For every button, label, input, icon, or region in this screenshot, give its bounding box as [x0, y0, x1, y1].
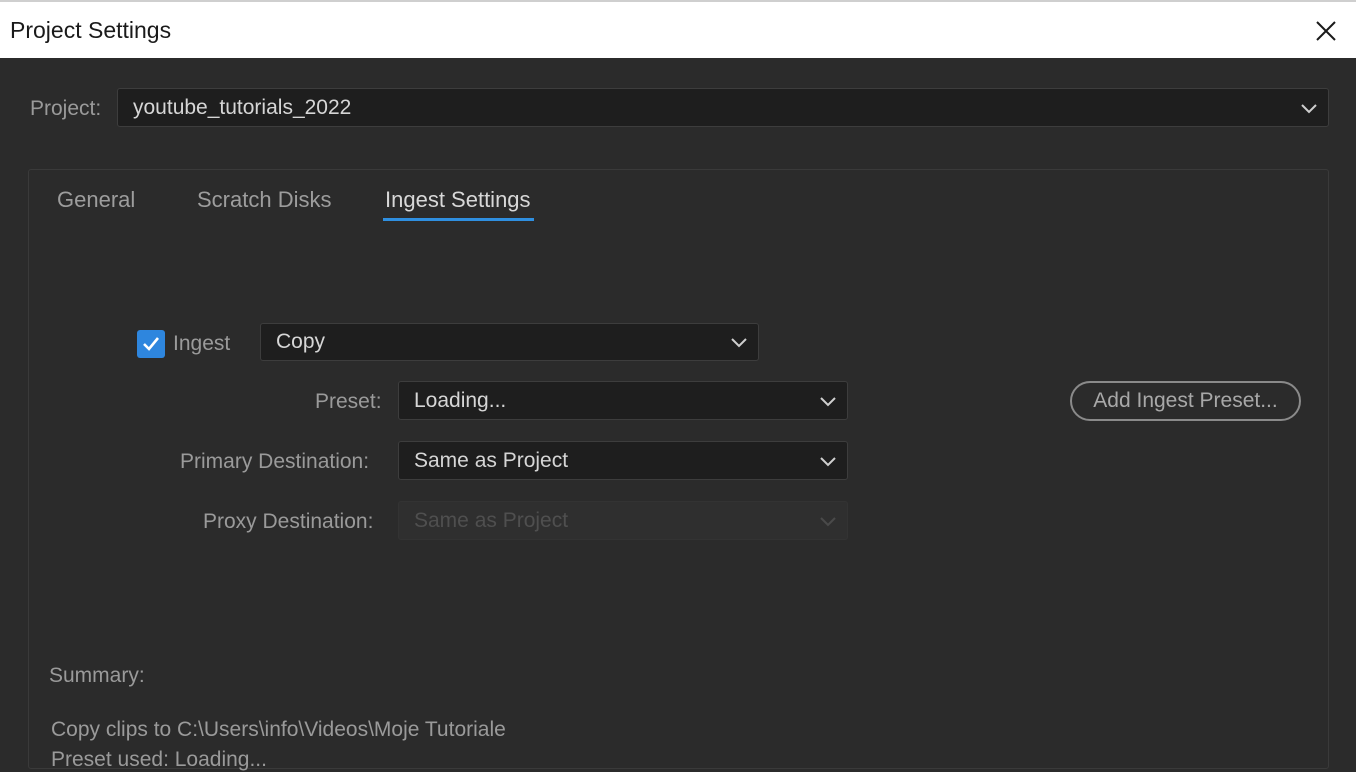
- chevron-down-icon: [1301, 103, 1317, 113]
- ingest-label[interactable]: Ingest: [173, 332, 230, 356]
- add-ingest-preset-button[interactable]: Add Ingest Preset...: [1070, 381, 1301, 421]
- preset-dropdown[interactable]: Loading...: [398, 381, 848, 420]
- proxy-destination-value: Same as Project: [414, 508, 569, 532]
- close-button[interactable]: [1306, 12, 1346, 50]
- ingest-mode-dropdown[interactable]: Copy: [260, 323, 759, 361]
- active-tab-indicator: [383, 218, 534, 221]
- preset-label: Preset:: [315, 390, 382, 413]
- title-bar: Project Settings: [0, 0, 1356, 58]
- chevron-down-icon: [820, 516, 836, 526]
- ingest-checkbox[interactable]: [137, 330, 165, 358]
- dialog-body: Project: youtube_tutorials_2022 General …: [0, 58, 1356, 771]
- proxy-destination-dropdown: Same as Project: [398, 501, 848, 540]
- tab-scratch-disks[interactable]: Scratch Disks: [197, 187, 331, 213]
- checkmark-icon: [143, 337, 160, 351]
- chevron-down-icon: [820, 396, 836, 406]
- proxy-destination-label: Proxy Destination:: [203, 510, 374, 533]
- project-label: Project:: [30, 97, 102, 120]
- ingest-mode-value: Copy: [276, 330, 326, 353]
- chevron-down-icon: [731, 338, 747, 348]
- close-icon: [1316, 21, 1336, 41]
- tab-ingest-settings[interactable]: Ingest Settings: [385, 187, 531, 213]
- primary-destination-label: Primary Destination:: [180, 450, 370, 473]
- summary-line-preset: Preset used: Loading...: [51, 748, 267, 771]
- preset-value: Loading...: [414, 388, 507, 412]
- settings-panel: General Scratch Disks Ingest Settings In…: [28, 169, 1329, 771]
- summary-title: Summary:: [49, 664, 145, 687]
- chevron-down-icon: [820, 456, 836, 466]
- window-title: Project Settings: [10, 17, 172, 43]
- project-dropdown[interactable]: youtube_tutorials_2022: [117, 88, 1329, 127]
- project-value: youtube_tutorials_2022: [133, 95, 352, 119]
- summary-line-destination: Copy clips to C:\Users\info\Videos\Moje …: [51, 718, 506, 741]
- primary-destination-dropdown[interactable]: Same as Project: [398, 441, 848, 480]
- tab-general[interactable]: General: [57, 187, 135, 213]
- primary-destination-value: Same as Project: [414, 448, 569, 472]
